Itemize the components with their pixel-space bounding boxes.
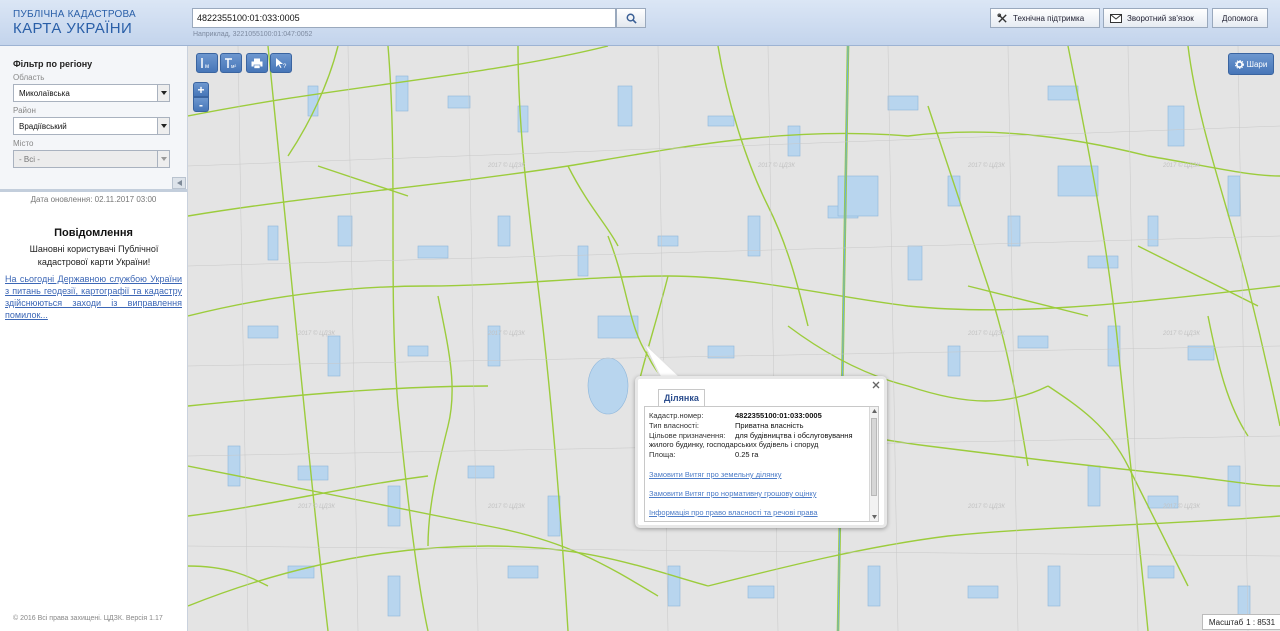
notice-link[interactable]: На сьогодні Державною службою України з … xyxy=(5,273,182,321)
map-canvas[interactable]: 2017 © ЦДЗК 2017 © ЦДЗК 2017 © ЦДЗК 2017… xyxy=(188,46,1280,631)
map-watermark: 2017 © ЦДЗК xyxy=(1163,331,1200,337)
collapse-sidebar-button[interactable] xyxy=(172,177,186,189)
purpose-value: для будівництва і обслуговування xyxy=(735,431,853,440)
close-icon[interactable] xyxy=(871,380,881,390)
parcel-details: Кадастр.номер: 4822355100:01:033:0005 Ти… xyxy=(644,406,879,522)
help-button[interactable]: Допомога xyxy=(1212,8,1268,28)
map-watermark: 2017 © ЦДЗК xyxy=(488,163,525,169)
map-watermark: 2017 © ЦДЗК xyxy=(488,331,525,337)
svg-text:м: м xyxy=(205,64,209,69)
cadastral-search-input[interactable] xyxy=(192,8,616,28)
oblast-label: Область xyxy=(13,73,45,82)
logo-line2: КАРТА УКРАЇНИ xyxy=(13,20,133,37)
map-watermark: 2017 © ЦДЗК xyxy=(298,331,335,337)
scroll-up-icon xyxy=(872,409,877,413)
sidebar: Фільтр по регіону Область Миколаївська Р… xyxy=(0,46,188,631)
map-watermark: 2017 © ЦДЗК xyxy=(968,163,1005,169)
print-button[interactable] xyxy=(246,53,268,73)
chevron-down-icon xyxy=(157,118,169,134)
oblast-value: Миколаївська xyxy=(19,89,70,98)
purpose-label: Цільове призначення: xyxy=(649,431,726,440)
notice-text: Шановні користувачі Публічної кадастрово… xyxy=(29,244,159,267)
parcel-info-popup: Ділянка Кадастр.номер: 4822355100:01:033… xyxy=(635,376,887,528)
order-valuation-extract-link[interactable]: Замовити Витяг про нормативну грошову оц… xyxy=(649,489,816,498)
feedback-label: Зворотний зв'язок xyxy=(1127,13,1194,23)
popup-scrollbar[interactable] xyxy=(869,407,878,521)
ownership-label: Тип власності: xyxy=(649,421,699,430)
feedback-button[interactable]: Зворотний зв'язок xyxy=(1103,8,1208,28)
search-hint: Наприклад, 3221055100:01:047:0052 xyxy=(193,31,313,38)
layers-label: Шари xyxy=(1246,59,1268,69)
map-scale: Масштаб 1 : 8531 xyxy=(1202,614,1280,630)
identify-tool[interactable]: ? xyxy=(270,53,292,73)
site-logo[interactable]: ПУБЛІЧНА КАДАСТРОВА КАРТА УКРАЇНИ xyxy=(13,9,136,37)
search-icon xyxy=(626,13,637,24)
filter-title: Фільтр по регіону xyxy=(13,59,93,69)
tools-icon xyxy=(997,12,1007,23)
misto-value: - Всі - xyxy=(19,155,40,164)
oblast-select[interactable]: Миколаївська xyxy=(13,84,170,102)
printer-icon xyxy=(251,58,263,69)
layers-button[interactable]: Шари xyxy=(1228,53,1274,75)
scroll-down-icon xyxy=(872,515,877,519)
envelope-icon xyxy=(1110,13,1122,23)
cursor-question-icon: ? xyxy=(276,58,287,69)
popup-scroll-thumb[interactable] xyxy=(871,418,877,496)
map-watermark: 2017 © ЦДЗК xyxy=(488,504,525,510)
area-value: 0.25 га xyxy=(735,450,759,459)
search-button[interactable] xyxy=(616,8,646,28)
map-watermark: 2017 © ЦДЗК xyxy=(1163,163,1200,169)
area-ruler-icon: м² xyxy=(225,58,236,69)
misto-select[interactable]: - Всі - xyxy=(13,150,170,168)
app-root: ПУБЛІЧНА КАДАСТРОВА КАРТА УКРАЇНИ Наприк… xyxy=(0,0,1280,631)
region-filter-panel: Фільтр по регіону Область Миколаївська Р… xyxy=(0,46,187,192)
chevron-down-icon xyxy=(157,85,169,101)
map-watermark: 2017 © ЦДЗК xyxy=(298,504,335,510)
scale-value: 1 : 8531 xyxy=(1246,617,1276,627)
ownership-info-link[interactable]: Інформація про право власності та речові… xyxy=(649,508,818,517)
svg-text:?: ? xyxy=(283,64,287,69)
map-watermark: 2017 © ЦДЗК xyxy=(968,331,1005,337)
support-button[interactable]: Технічна підтримка xyxy=(990,8,1100,28)
raion-select[interactable]: Врадіївський xyxy=(13,117,170,135)
svg-text:м²: м² xyxy=(231,64,236,69)
notice-title: Повідомлення xyxy=(54,227,133,239)
map-watermark: 2017 © ЦДЗК xyxy=(1163,504,1200,510)
map-watermark: 2017 © ЦДЗК xyxy=(968,504,1005,510)
update-date: Дата оновлення: 02.11.2017 03:00 xyxy=(30,195,157,204)
zoom-in-button[interactable]: + xyxy=(193,82,209,97)
help-label: Допомога xyxy=(1222,13,1258,23)
raion-value: Врадіївський xyxy=(19,122,67,131)
tab-parcel[interactable]: Ділянка xyxy=(658,389,705,406)
zoom-out-button[interactable]: - xyxy=(193,97,209,112)
cadastral-number-value: 4822355100:01:033:0005 xyxy=(735,411,822,420)
cadastral-number-label: Кадастр.номер: xyxy=(649,411,704,420)
support-label: Технічна підтримка xyxy=(1013,13,1085,23)
scale-label: Масштаб xyxy=(1208,617,1244,627)
ruler-icon: м xyxy=(201,58,209,69)
misto-label: Місто xyxy=(13,139,34,148)
cadastral-map-layer xyxy=(188,46,1280,631)
logo-line1: ПУБЛІЧНА КАДАСТРОВА xyxy=(13,9,136,20)
order-parcel-extract-link[interactable]: Замовити Витяг про земельну ділянку xyxy=(649,470,782,479)
measure-distance-tool[interactable]: м xyxy=(196,53,218,73)
raion-label: Район xyxy=(13,106,36,115)
gear-icon xyxy=(1234,59,1244,69)
chevron-left-icon xyxy=(176,180,182,186)
header: ПУБЛІЧНА КАДАСТРОВА КАРТА УКРАЇНИ Наприк… xyxy=(0,0,1280,46)
purpose-value-continued: жилого будинку, господарських будівель і… xyxy=(649,440,819,449)
copyright: © 2016 Всі права захищені. ЦДЗК. Версія … xyxy=(13,615,163,622)
map-watermark: 2017 © ЦДЗК xyxy=(758,163,795,169)
area-label: Площа: xyxy=(649,450,676,459)
chevron-down-icon xyxy=(157,151,169,167)
measure-area-tool[interactable]: м² xyxy=(220,53,242,73)
ownership-value: Приватна власність xyxy=(735,421,804,430)
